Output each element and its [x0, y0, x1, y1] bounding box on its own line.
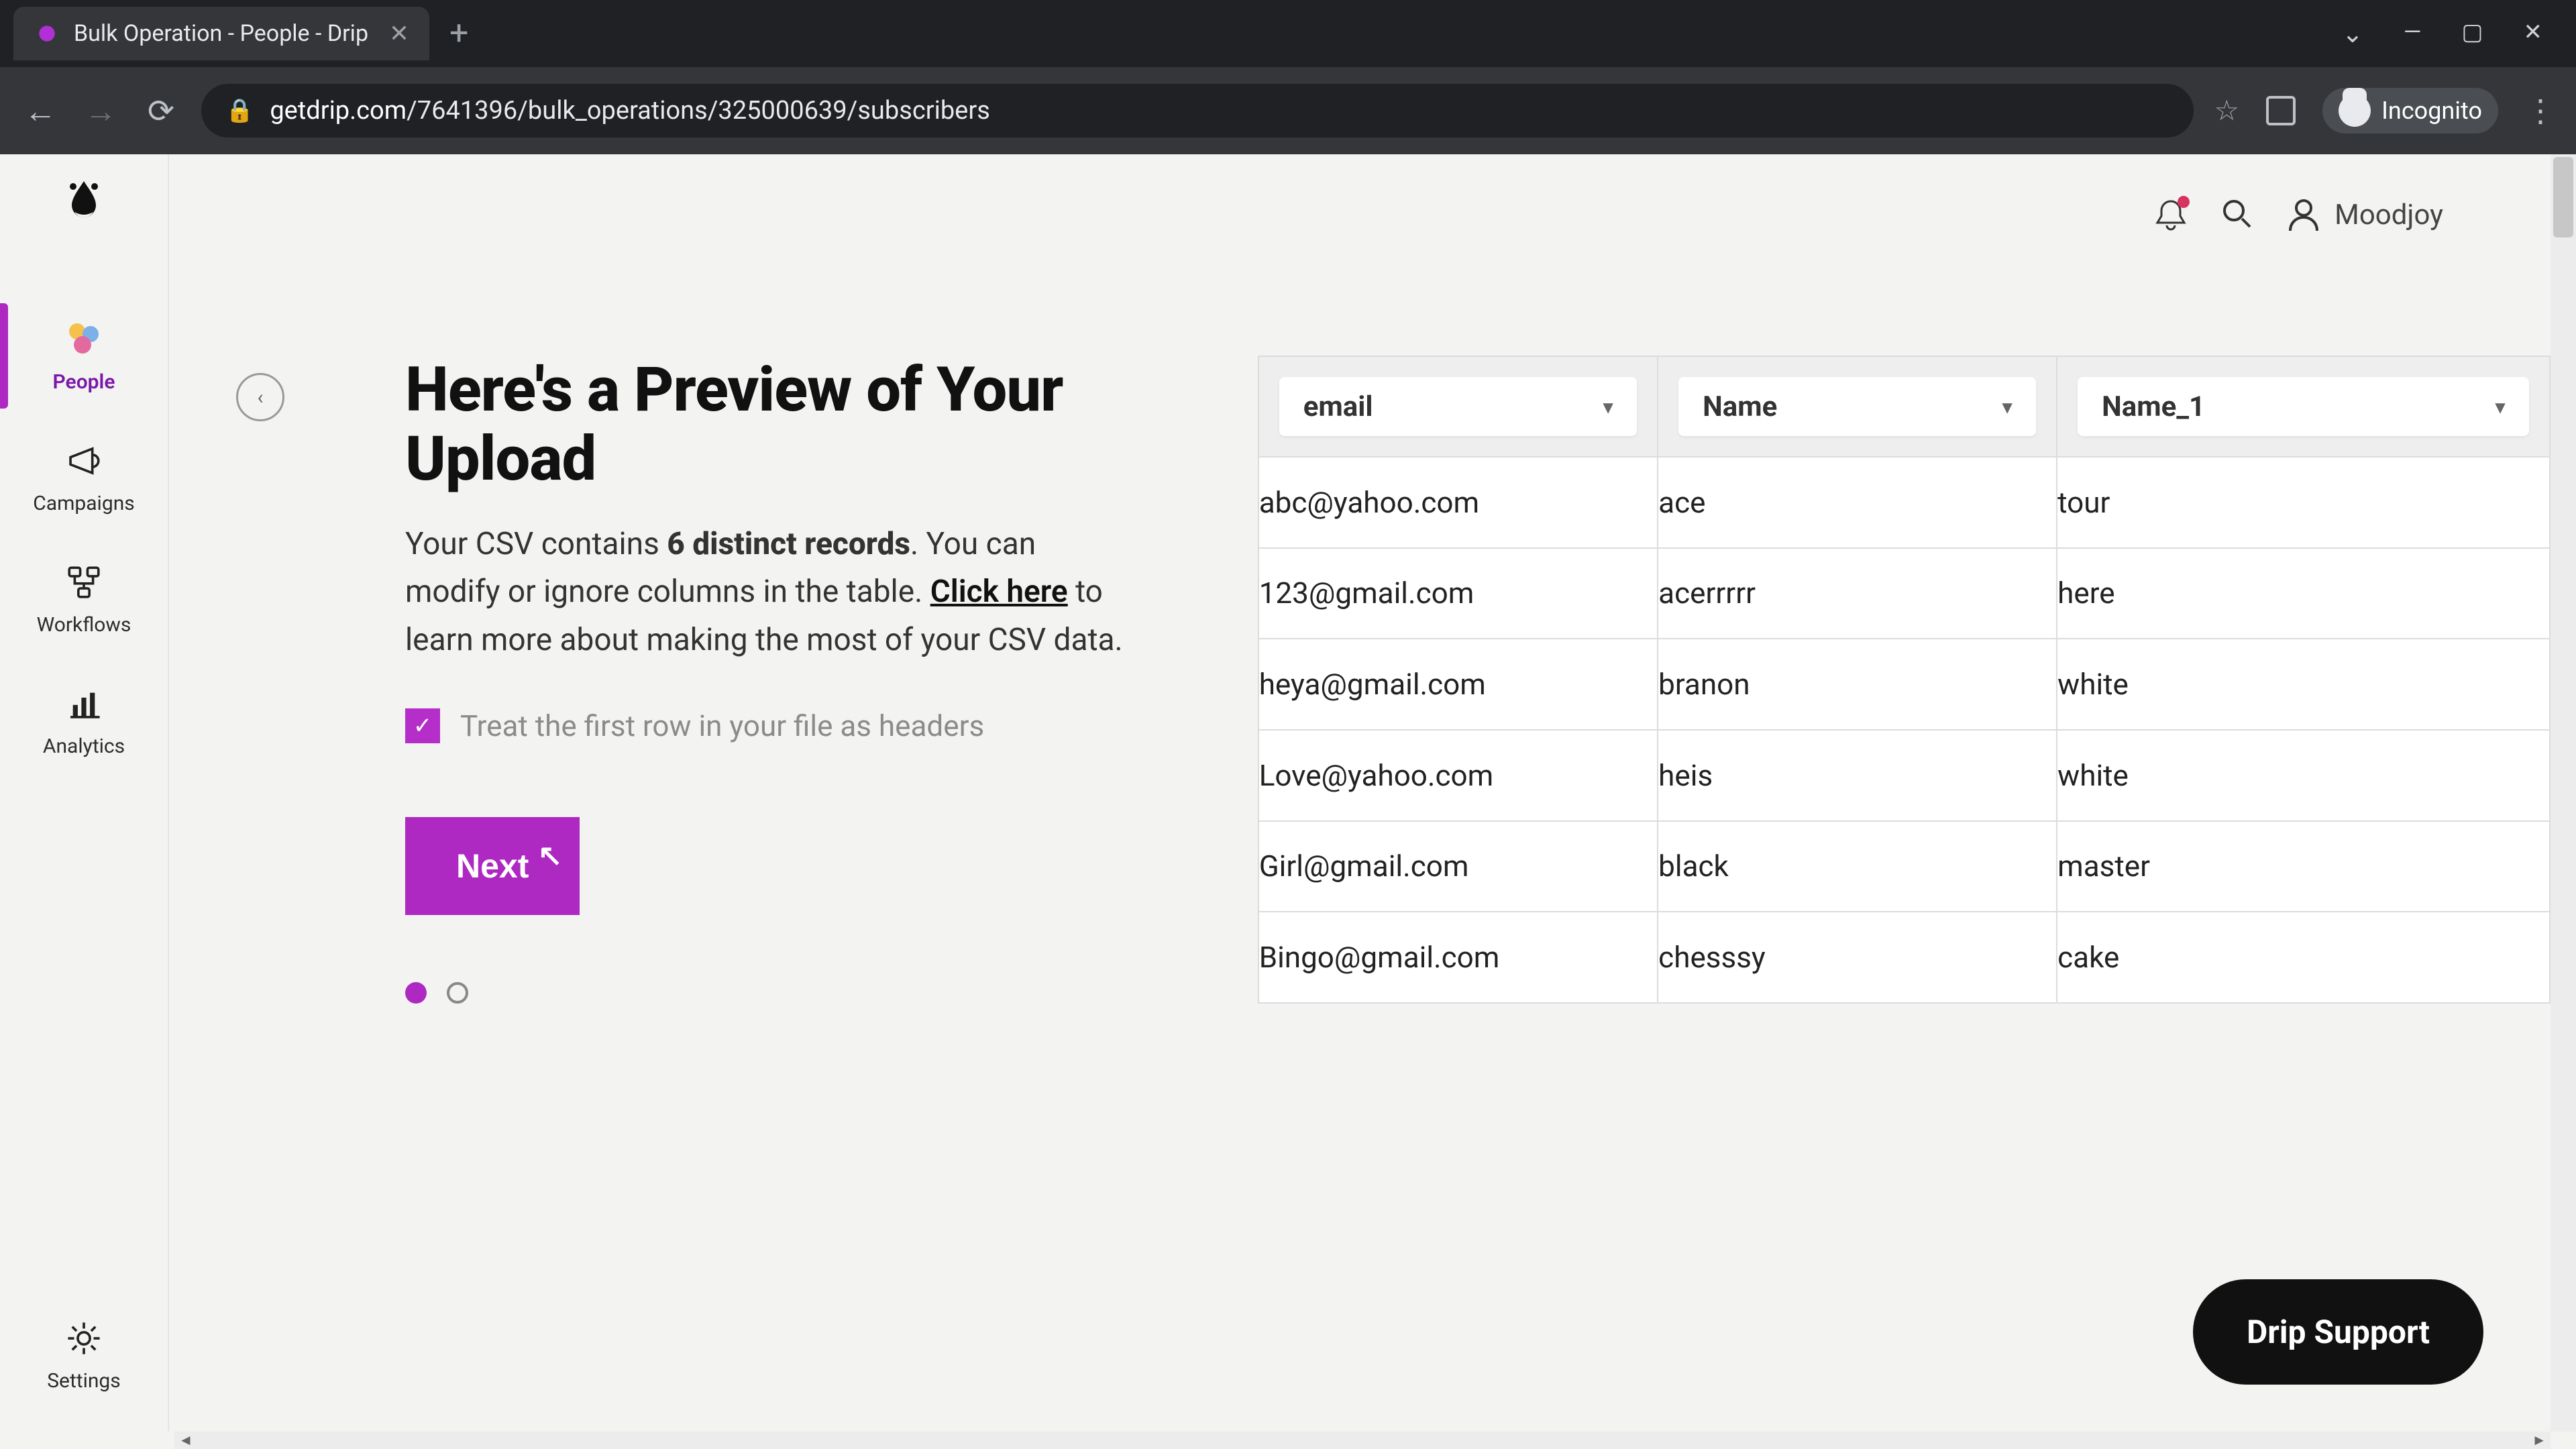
page-title: Here's a Preview of Your Upload — [405, 356, 1137, 494]
sidebar-item-settings[interactable]: Settings — [0, 1294, 168, 1415]
people-icon — [62, 318, 105, 361]
tab-favicon — [34, 20, 60, 47]
horizontal-scrollbar[interactable]: ◄► — [174, 1432, 2551, 1449]
learn-more-link[interactable]: Click here — [930, 574, 1068, 610]
analytics-icon — [62, 682, 105, 725]
support-button[interactable]: Drip Support — [2193, 1279, 2483, 1385]
browser-menu-icon[interactable]: ⋮ — [2525, 93, 2556, 129]
sidebar: People Campaigns Workflows — [0, 154, 169, 1432]
incognito-icon — [2339, 95, 2371, 127]
user-menu[interactable]: Moodjoy — [2285, 196, 2443, 233]
window-minimize-icon[interactable]: — — [2404, 19, 2422, 49]
sidebar-item-people[interactable]: People — [0, 295, 168, 417]
table-row: Bingo@gmail.comchesssycake — [1258, 912, 2550, 1003]
topbar: Moodjoy — [2153, 154, 2551, 275]
gear-icon — [62, 1317, 105, 1360]
sidebar-label: Workflows — [37, 613, 131, 637]
column-dropdown-name1[interactable]: Name_1▾ — [2078, 377, 2529, 436]
sidebar-label: Settings — [47, 1369, 121, 1393]
tab-title: Bulk Operation - People - Drip — [74, 20, 376, 47]
description: Your CSV contains 6 distinct records. Yo… — [405, 521, 1137, 664]
incognito-badge[interactable]: Incognito — [2322, 88, 2498, 133]
headers-checkbox[interactable]: ✓ — [405, 708, 440, 743]
column-dropdown-name[interactable]: Name▾ — [1678, 377, 2036, 436]
back-button[interactable]: ‹ — [236, 373, 284, 421]
sidebar-item-analytics[interactable]: Analytics — [0, 659, 168, 781]
bookmark-star-icon[interactable]: ☆ — [2214, 94, 2239, 127]
step-dot-2[interactable] — [447, 982, 468, 1004]
browser-forward-button[interactable]: → — [80, 92, 121, 130]
table-row: heya@gmail.combranonwhite — [1258, 639, 2550, 730]
chevron-down-icon: ▾ — [2496, 396, 2505, 418]
extensions-icon[interactable] — [2266, 96, 2296, 125]
workflow-icon — [62, 561, 105, 604]
tab-close-icon[interactable]: ✕ — [389, 19, 409, 48]
browser-back-button[interactable]: ← — [20, 92, 60, 130]
sidebar-label: People — [53, 370, 115, 394]
url-text: getdrip.com/7641396/bulk_operations/3250… — [270, 96, 989, 125]
user-name: Moodjoy — [2334, 199, 2443, 231]
tabs-dropdown-icon[interactable]: ⌄ — [2342, 19, 2363, 49]
table-row: Love@yahoo.comheiswhite — [1258, 730, 2550, 821]
lock-icon: 🔒 — [225, 97, 254, 124]
sidebar-label: Campaigns — [33, 492, 135, 515]
next-button[interactable]: Next ↖ — [405, 817, 580, 915]
browser-reload-button[interactable]: ⟳ — [141, 92, 181, 130]
drip-logo[interactable] — [57, 174, 111, 228]
table-row: abc@yahoo.comacetour — [1258, 457, 2550, 548]
headers-checkbox-label: Treat the first row in your file as head… — [460, 708, 984, 743]
sidebar-item-campaigns[interactable]: Campaigns — [0, 417, 168, 538]
browser-tab-bar: Bulk Operation - People - Drip ✕ + ⌄ — ▢… — [0, 0, 2576, 67]
window-maximize-icon[interactable]: ▢ — [2461, 19, 2483, 49]
step-dot-1[interactable] — [405, 982, 427, 1004]
window-close-icon[interactable]: ✕ — [2524, 19, 2543, 49]
sidebar-item-workflows[interactable]: Workflows — [0, 538, 168, 659]
cursor-icon: ↖ — [538, 839, 563, 873]
search-button[interactable] — [2219, 196, 2254, 233]
notifications-button[interactable] — [2153, 197, 2188, 232]
vertical-scrollbar[interactable] — [2551, 154, 2576, 1432]
browser-toolbar: ← → ⟳ 🔒 getdrip.com/7641396/bulk_operati… — [0, 67, 2576, 154]
stepper — [405, 982, 1137, 1004]
chevron-down-icon: ▾ — [2002, 396, 2012, 418]
new-tab-button[interactable]: + — [449, 14, 468, 53]
table-row: Girl@gmail.comblackmaster — [1258, 821, 2550, 912]
sidebar-label: Analytics — [43, 735, 125, 758]
table-row: 123@gmail.comacerrrrrhere — [1258, 548, 2550, 639]
browser-tab[interactable]: Bulk Operation - People - Drip ✕ — [13, 7, 429, 60]
column-dropdown-email[interactable]: email▾ — [1279, 377, 1637, 436]
preview-table: email▾ Name▾ Name_1▾ abc@yahoo.comacetou… — [1258, 356, 2551, 1004]
chevron-down-icon: ▾ — [1603, 396, 1613, 418]
megaphone-icon — [62, 439, 105, 482]
address-bar[interactable]: 🔒 getdrip.com/7641396/bulk_operations/32… — [201, 84, 2194, 138]
